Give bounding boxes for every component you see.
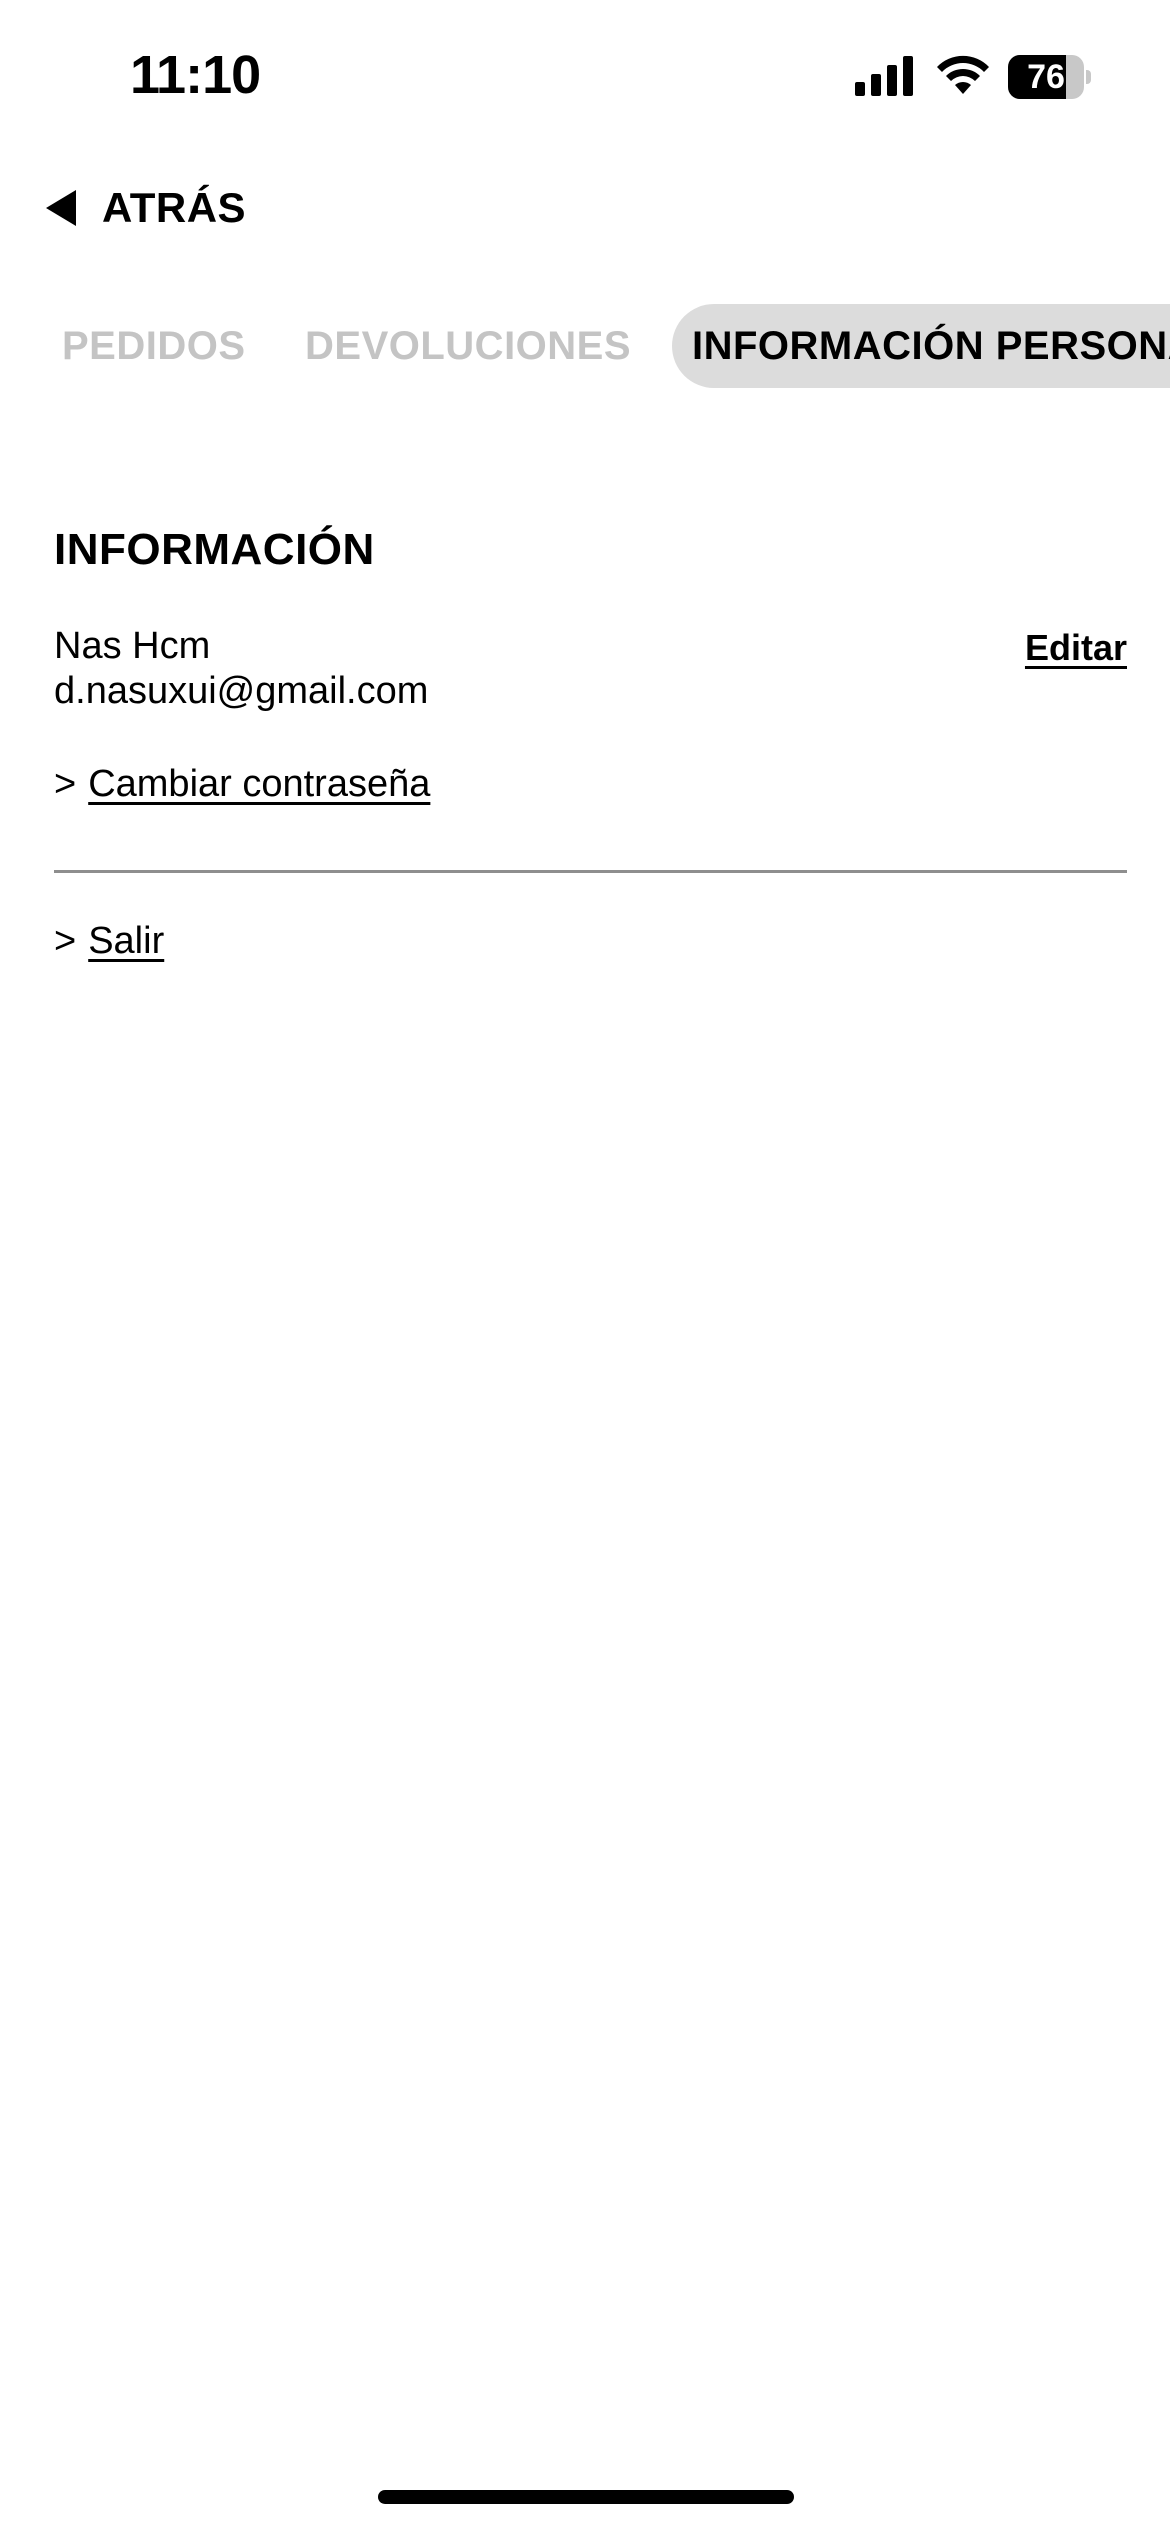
user-name: Nas Hcm: [54, 625, 211, 667]
section-title: INFORMACIÓN: [54, 525, 375, 574]
chevron-right-icon: >: [54, 920, 77, 962]
signal-icon: [855, 56, 913, 96]
change-password-row: > Cambiar contraseña: [54, 763, 430, 806]
divider: [54, 870, 1127, 873]
back-label: ATRÁS: [102, 184, 247, 231]
tab-orders[interactable]: PEDIDOS: [62, 304, 246, 388]
home-indicator: [378, 2490, 794, 2504]
tab-personal-info[interactable]: INFORMACIÓN PERSONAL: [672, 304, 1170, 388]
change-password-link[interactable]: Cambiar contraseña: [88, 763, 430, 805]
logout-row: > Salir: [54, 920, 164, 963]
wifi-icon: [937, 55, 989, 94]
back-button[interactable]: ATRÁS: [46, 180, 246, 236]
tab-returns[interactable]: DEVOLUCIONES: [305, 304, 631, 388]
logout-link[interactable]: Salir: [88, 920, 164, 962]
back-arrow-icon: [46, 190, 76, 226]
chevron-right-icon: >: [54, 763, 77, 805]
status-time: 11:10: [130, 45, 261, 105]
edit-link[interactable]: Editar: [1025, 627, 1127, 669]
status-bar: 11:10 76: [0, 0, 1170, 150]
battery-icon: 76: [1008, 55, 1091, 99]
tab-bar: PEDIDOS DEVOLUCIONES INFORMACIÓN PERSONA…: [0, 304, 1170, 388]
battery-level: 76: [1027, 58, 1065, 96]
user-email: d.nasuxui@gmail.com: [54, 670, 429, 712]
